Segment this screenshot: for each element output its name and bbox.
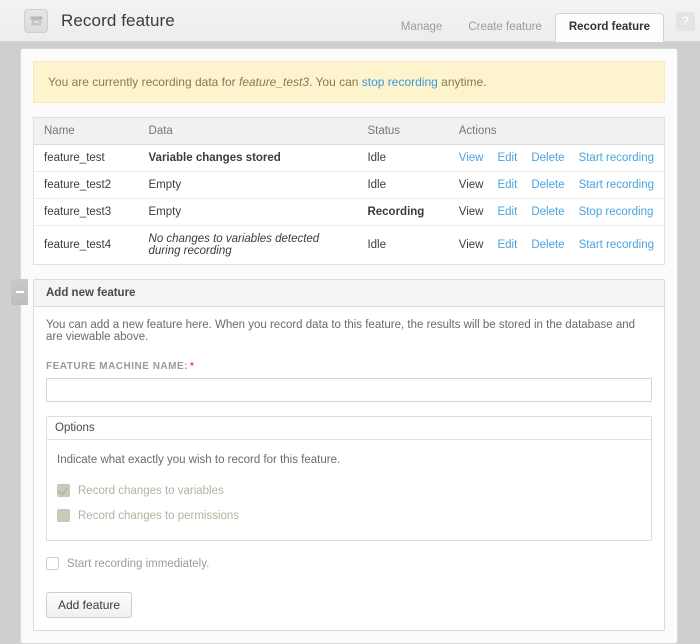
view-link[interactable]: View: [459, 206, 484, 218]
add-feature-description: You can add a new feature here. When you…: [46, 319, 636, 343]
minus-icon: [15, 291, 24, 293]
cell-name: feature_test2: [33, 171, 139, 199]
column-header-actions: Actions: [448, 117, 665, 145]
cell-actions: View Edit Delete Start recording: [448, 171, 665, 199]
checkbox-row-record-variables[interactable]: Record changes to variables: [57, 484, 641, 497]
edit-link[interactable]: Edit: [497, 179, 517, 191]
banner-text-before: You are currently recording data for: [48, 75, 239, 89]
checkbox-label-record-variables: Record changes to variables: [78, 484, 224, 497]
options-fieldset: Options Indicate what exactly you wish t…: [46, 416, 652, 541]
features-table-body: feature_test Variable changes stored Idl…: [33, 144, 665, 265]
table-header-row: Name Data Status Actions: [33, 117, 665, 145]
cell-name: feature_test3: [33, 198, 139, 226]
checkbox-row-start-recording-immediately[interactable]: Start recording immediately.: [46, 557, 652, 570]
page-title: Record feature: [61, 10, 175, 30]
cell-data: No changes to variables detected during …: [148, 233, 320, 257]
archive-box-icon: [24, 8, 48, 33]
options-description: Indicate what exactly you wish to record…: [57, 454, 341, 466]
edit-link[interactable]: Edit: [497, 152, 517, 164]
column-header-name: Name: [33, 117, 139, 145]
feature-name-label-text: FEATURE MACHINE NAME:: [46, 361, 188, 372]
delete-link[interactable]: Delete: [531, 152, 564, 164]
delete-link[interactable]: Delete: [531, 239, 564, 251]
banner-feature-name: feature_test3: [239, 75, 310, 89]
table-row: feature_test3 Empty Recording View Edit De…: [33, 198, 665, 226]
cell-status: Idle: [367, 239, 386, 251]
cell-data: Empty: [138, 198, 358, 226]
table-row: feature_test4 No changes to variables de…: [34, 226, 665, 265]
options-legend: Options: [47, 417, 651, 440]
required-marker: *: [189, 361, 195, 372]
add-feature-section: Add new feature You can add a new featur…: [11, 279, 665, 631]
record-toggle-link[interactable]: Start recording: [579, 152, 654, 164]
checkbox-start-recording-immediately[interactable]: [46, 557, 59, 570]
table-row: feature_test Variable changes stored Idl…: [33, 144, 665, 172]
cell-actions: View Edit Delete Stop recording: [448, 198, 665, 226]
column-header-data: Data: [138, 117, 358, 145]
table-row: feature_test2 Empty Idle View Edit Delete S…: [33, 171, 665, 199]
cell-status: Idle: [357, 171, 449, 199]
feature-machine-name-input[interactable]: [46, 378, 652, 402]
cell-data: Variable changes stored: [138, 144, 358, 172]
tab-manage[interactable]: Manage: [388, 13, 456, 41]
edit-link[interactable]: Edit: [497, 239, 517, 251]
content-panel: You are currently recording data for fea…: [11, 48, 678, 644]
tab-create-feature[interactable]: Create feature: [455, 13, 555, 41]
checkbox-record-permissions[interactable]: [57, 509, 70, 522]
column-header-status: Status: [357, 117, 449, 145]
delete-link[interactable]: Delete: [531, 206, 564, 218]
record-toggle-link[interactable]: Stop recording: [579, 206, 654, 218]
cell-name: feature_test4: [44, 239, 112, 251]
recording-status-banner: You are currently recording data for fea…: [33, 61, 665, 103]
view-link[interactable]: View: [459, 239, 484, 251]
features-table: Name Data Status Actions feature_test Va…: [33, 117, 665, 265]
help-button[interactable]: ?: [676, 12, 695, 31]
checkbox-label-start-recording-immediately: Start recording immediately.: [67, 557, 210, 570]
add-feature-button[interactable]: Add feature: [46, 592, 133, 618]
tab-bar: Manage Create feature Record feature: [388, 0, 664, 42]
collapse-toggle-button[interactable]: [11, 279, 28, 305]
cell-actions: View Edit Delete Start recording: [449, 226, 665, 265]
header-left: Record feature: [0, 8, 175, 33]
add-feature-body: You can add a new feature here. When you…: [34, 307, 664, 630]
cell-data: Empty: [138, 171, 358, 199]
edit-link[interactable]: Edit: [497, 206, 517, 218]
cell-actions: View Edit Delete Start recording: [448, 144, 665, 172]
delete-link[interactable]: Delete: [531, 179, 564, 191]
record-toggle-link[interactable]: Start recording: [579, 179, 654, 191]
record-toggle-link[interactable]: Start recording: [579, 239, 654, 251]
banner-text-middle: . You can: [309, 75, 362, 89]
add-feature-fieldset: Add new feature You can add a new featur…: [33, 279, 665, 631]
banner-text-after: anytime.: [437, 75, 487, 89]
add-feature-legend: Add new feature: [34, 280, 664, 307]
stop-recording-link[interactable]: stop recording: [362, 75, 438, 89]
checkbox-row-record-permissions[interactable]: Record changes to permissions: [57, 509, 641, 522]
cell-name: feature_test: [33, 144, 139, 172]
features-table-head: Name Data Status Actions: [33, 117, 665, 145]
feature-name-label: FEATURE MACHINE NAME: *: [46, 361, 652, 372]
cell-status: Recording: [357, 198, 449, 226]
view-link[interactable]: View: [459, 152, 484, 164]
cell-status: Idle: [357, 144, 449, 172]
checkbox-record-variables[interactable]: [57, 484, 70, 497]
view-link[interactable]: View: [459, 179, 484, 191]
options-body: Indicate what exactly you wish to record…: [47, 440, 651, 540]
checkbox-label-record-permissions: Record changes to permissions: [78, 509, 240, 522]
tab-record-feature[interactable]: Record feature: [554, 13, 664, 42]
page-header: Record feature Manage Create feature Rec…: [0, 0, 700, 42]
